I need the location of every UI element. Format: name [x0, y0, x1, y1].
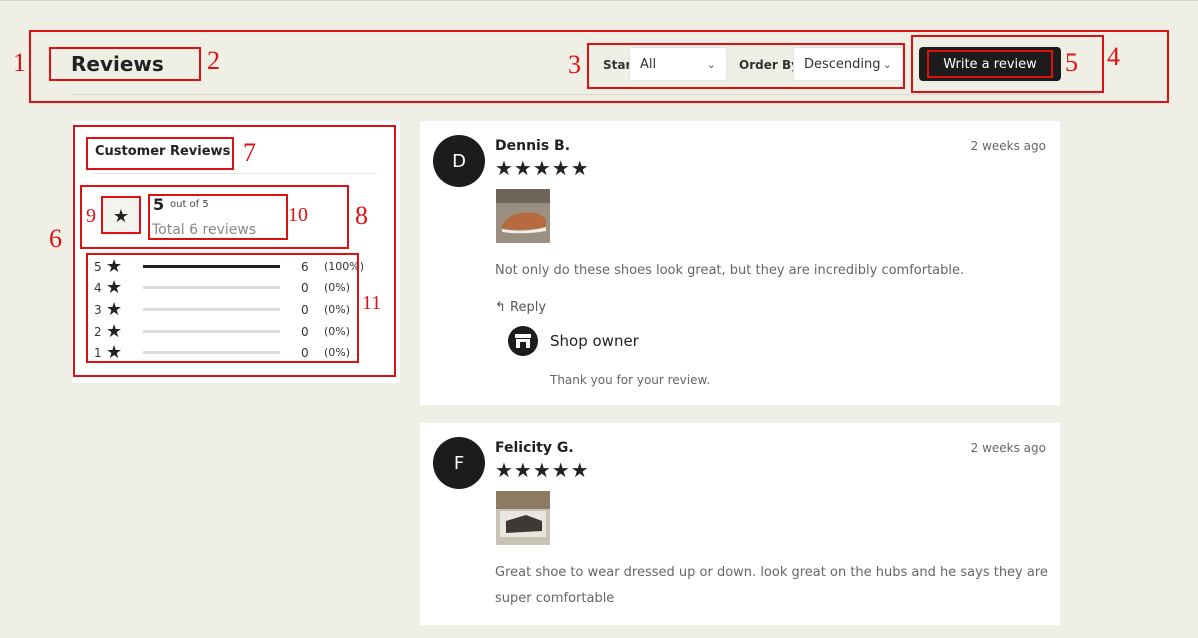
reply-link[interactable]: ↰ Reply: [495, 300, 546, 315]
annotation-box-10: [148, 194, 288, 240]
review-text: Not only do these shoes look great, but …: [495, 263, 965, 278]
annotation-label-11: 11: [362, 292, 382, 314]
annotation-label-3: 3: [568, 50, 581, 79]
review-text: Great shoe to wear dressed up or down. l…: [495, 565, 1048, 606]
annotation-label-10: 10: [288, 204, 308, 226]
reviewer-name: Felicity G.: [495, 440, 574, 456]
review-stars: ★★★★★: [495, 458, 590, 482]
review-photo[interactable]: [496, 491, 550, 545]
annotation-box-2: [49, 47, 201, 81]
top-border: [0, 0, 1198, 1]
reply-label: Reply: [510, 300, 547, 315]
annotation-label-1: 1: [13, 48, 26, 77]
annotation-label-7: 7: [243, 138, 256, 167]
reviewer-name: Dennis B.: [495, 138, 571, 154]
annotation-label-2: 2: [207, 46, 220, 75]
annotation-box-9: [101, 196, 141, 234]
owner-name: Shop owner: [550, 332, 639, 350]
annotation-box-5: [927, 50, 1053, 78]
review-card: F Felicity G. ★★★★★ 2 weeks ago Great sh…: [420, 423, 1060, 625]
annotation-label-6: 6: [49, 224, 62, 253]
reply-icon: ↰: [495, 300, 506, 315]
avatar: F: [433, 437, 485, 489]
annotation-label-9: 9: [86, 205, 96, 227]
annotation-box-3: [587, 43, 905, 89]
review-date: 2 weeks ago: [970, 441, 1046, 455]
annotation-label-8: 8: [355, 201, 368, 230]
review-card: D Dennis B. ★★★★★ 2 weeks ago Not only d…: [420, 121, 1060, 405]
review-stars: ★★★★★: [495, 156, 590, 180]
annotation-box-7: [86, 137, 234, 170]
review-date: 2 weeks ago: [970, 139, 1046, 153]
owner-reply-text: Thank you for your review.: [550, 373, 711, 387]
annotation-label-5: 5: [1065, 48, 1078, 77]
avatar: D: [433, 135, 485, 187]
shop-icon: [508, 326, 538, 356]
review-photo[interactable]: [496, 189, 550, 243]
annotation-box-11: [86, 253, 359, 363]
annotation-label-4: 4: [1107, 42, 1120, 71]
